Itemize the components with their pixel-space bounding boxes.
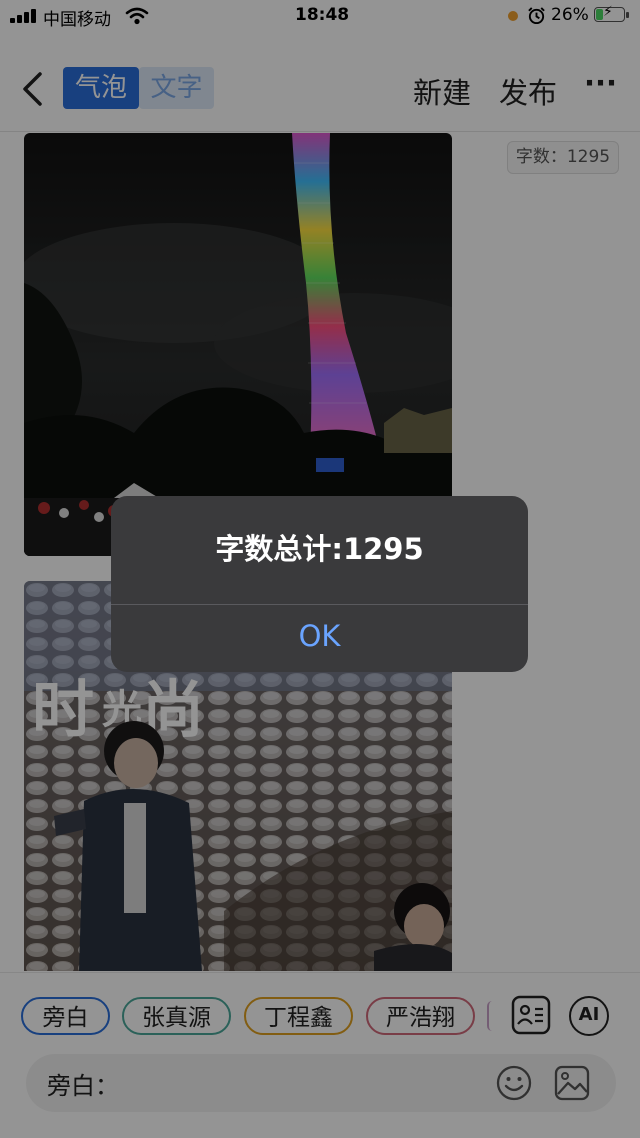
alert-message: 字数总计:1295 [215, 532, 424, 566]
ok-button[interactable]: OK [111, 605, 528, 672]
alert-dialog: 字数总计:1295 OK [111, 496, 528, 672]
